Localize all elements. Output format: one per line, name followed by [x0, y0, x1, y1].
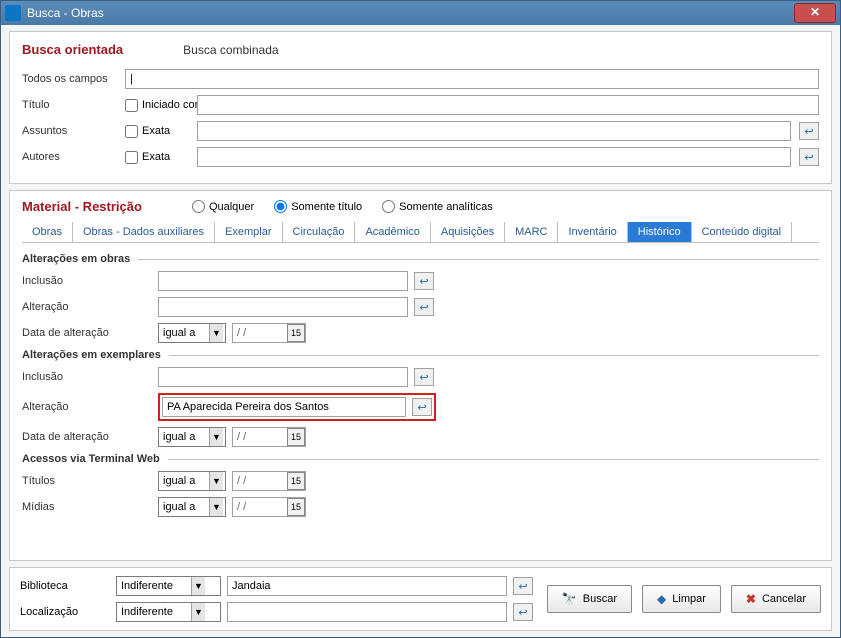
- data-alt-obras-combo[interactable]: igual a▼: [158, 323, 226, 343]
- todos-label: Todos os campos: [22, 73, 117, 85]
- tab-exemplar[interactable]: Exemplar: [215, 222, 282, 242]
- data-alt-obras-label: Data de alteração: [22, 327, 152, 339]
- data-alt-ex-date[interactable]: / /15: [232, 427, 306, 447]
- alteracao-ex-lookup-icon[interactable]: ↩: [412, 398, 432, 416]
- radio-somente-titulo-label: Somente título: [291, 201, 362, 213]
- midias-date[interactable]: / /15: [232, 497, 306, 517]
- cancelar-button[interactable]: ✖Cancelar: [731, 585, 821, 613]
- buscar-button[interactable]: 🔭Buscar: [547, 585, 632, 613]
- limpar-button[interactable]: ◆Limpar: [642, 585, 721, 613]
- content-area: Busca orientada Busca combinada Todos os…: [1, 25, 840, 637]
- titlebar: Busca - Obras ✕: [1, 1, 840, 25]
- assuntos-input[interactable]: [197, 121, 791, 141]
- assuntos-label: Assuntos: [22, 125, 117, 137]
- inclusao-obras-input[interactable]: [158, 271, 408, 291]
- close-icon: ✖: [746, 592, 756, 606]
- titulos-date[interactable]: / /15: [232, 471, 306, 491]
- alteracao-obras-lookup-icon[interactable]: ↩: [414, 298, 434, 316]
- titulos-combo[interactable]: igual a▼: [158, 471, 226, 491]
- biblioteca-combo[interactable]: Indiferente▼: [116, 576, 221, 596]
- tab-conteudo[interactable]: Conteúdo digital: [692, 222, 793, 242]
- highlighted-field: ↩: [158, 393, 436, 421]
- radio-qualquer[interactable]: [192, 200, 205, 213]
- app-icon: [5, 5, 21, 21]
- alteracao-obras-label: Alteração: [22, 301, 152, 313]
- iniciado-label: Iniciado com: [142, 99, 204, 111]
- calendar-icon[interactable]: 15: [287, 498, 305, 516]
- alteracao-ex-label: Alteração: [22, 401, 152, 413]
- exata-autores-label: Exata: [142, 151, 170, 163]
- bottom-bar: Biblioteca Indiferente▼ ↩ Localização In…: [9, 567, 832, 631]
- group-alt-obras: Alterações em obras: [22, 253, 819, 265]
- data-alt-obras-date[interactable]: / /15: [232, 323, 306, 343]
- localizacao-combo[interactable]: Indiferente▼: [116, 602, 221, 622]
- titulo-input[interactable]: [197, 95, 819, 115]
- data-alt-ex-label: Data de alteração: [22, 431, 152, 443]
- group-acessos-web: Acessos via Terminal Web: [22, 453, 819, 465]
- biblioteca-lookup-icon[interactable]: ↩: [513, 577, 533, 595]
- localizacao-label: Localização: [20, 606, 110, 618]
- chevron-down-icon[interactable]: ▼: [209, 324, 223, 342]
- localizacao-input[interactable]: [227, 602, 507, 622]
- chevron-down-icon[interactable]: ▼: [209, 498, 223, 516]
- radio-qualquer-label: Qualquer: [209, 201, 254, 213]
- inclusao-ex-lookup-icon[interactable]: ↩: [414, 368, 434, 386]
- alteracao-ex-input[interactable]: [162, 397, 406, 417]
- localizacao-lookup-icon[interactable]: ↩: [513, 603, 533, 621]
- autores-input[interactable]: [197, 147, 791, 167]
- chevron-down-icon[interactable]: ▼: [209, 428, 223, 446]
- assuntos-lookup-icon[interactable]: ↩: [799, 122, 819, 140]
- exata-autores-checkbox[interactable]: [125, 151, 138, 164]
- radio-somente-titulo[interactable]: [274, 200, 287, 213]
- group-alt-exemplares: Alterações em exemplares: [22, 349, 819, 361]
- tab-marc[interactable]: MARC: [505, 222, 558, 242]
- app-window: Busca - Obras ✕ Busca orientada Busca co…: [0, 0, 841, 638]
- tab-circulacao[interactable]: Circulação: [283, 222, 356, 242]
- close-button[interactable]: ✕: [794, 3, 836, 23]
- search-panel: Busca orientada Busca combinada Todos os…: [9, 31, 832, 184]
- tab-obras[interactable]: Obras: [22, 222, 73, 242]
- biblioteca-input[interactable]: [227, 576, 507, 596]
- tab-inventario[interactable]: Inventário: [558, 222, 627, 242]
- inclusao-obras-label: Inclusão: [22, 275, 152, 287]
- inclusao-ex-input[interactable]: [158, 367, 408, 387]
- todos-input[interactable]: [125, 69, 819, 89]
- binoculars-icon: 🔭: [562, 592, 577, 606]
- autores-lookup-icon[interactable]: ↩: [799, 148, 819, 166]
- eraser-icon: ◆: [657, 592, 666, 606]
- chevron-down-icon[interactable]: ▼: [191, 577, 205, 595]
- inclusao-ex-label: Inclusão: [22, 371, 152, 383]
- tabs-bar: Obras Obras - Dados auxiliares Exemplar …: [22, 222, 819, 243]
- tab-historico[interactable]: Histórico: [628, 222, 692, 242]
- midias-combo[interactable]: igual a▼: [158, 497, 226, 517]
- radio-somente-analiticas-label: Somente analíticas: [399, 201, 493, 213]
- tab-academico[interactable]: Acadêmico: [355, 222, 430, 242]
- exata-assuntos-label: Exata: [142, 125, 170, 137]
- material-heading: Material - Restrição: [22, 199, 142, 214]
- tab-dados-aux[interactable]: Obras - Dados auxiliares: [73, 222, 215, 242]
- radio-somente-analiticas[interactable]: [382, 200, 395, 213]
- chevron-down-icon[interactable]: ▼: [191, 603, 205, 621]
- biblioteca-label: Biblioteca: [20, 580, 110, 592]
- inclusao-obras-lookup-icon[interactable]: ↩: [414, 272, 434, 290]
- titulos-label: Títulos: [22, 475, 152, 487]
- calendar-icon[interactable]: 15: [287, 428, 305, 446]
- exata-assuntos-checkbox[interactable]: [125, 125, 138, 138]
- window-title: Busca - Obras: [27, 6, 794, 20]
- tab-aquisicoes[interactable]: Aquisições: [431, 222, 505, 242]
- data-alt-ex-combo[interactable]: igual a▼: [158, 427, 226, 447]
- search-combined-link[interactable]: Busca combinada: [183, 43, 278, 57]
- search-heading: Busca orientada: [22, 42, 123, 57]
- iniciado-checkbox[interactable]: [125, 99, 138, 112]
- chevron-down-icon[interactable]: ▼: [209, 472, 223, 490]
- autores-label: Autores: [22, 151, 117, 163]
- titulo-label: Título: [22, 99, 117, 111]
- alteracao-obras-input[interactable]: [158, 297, 408, 317]
- calendar-icon[interactable]: 15: [287, 472, 305, 490]
- calendar-icon[interactable]: 15: [287, 324, 305, 342]
- midias-label: Mídias: [22, 501, 152, 513]
- material-panel: Material - Restrição Qualquer Somente tí…: [9, 190, 832, 561]
